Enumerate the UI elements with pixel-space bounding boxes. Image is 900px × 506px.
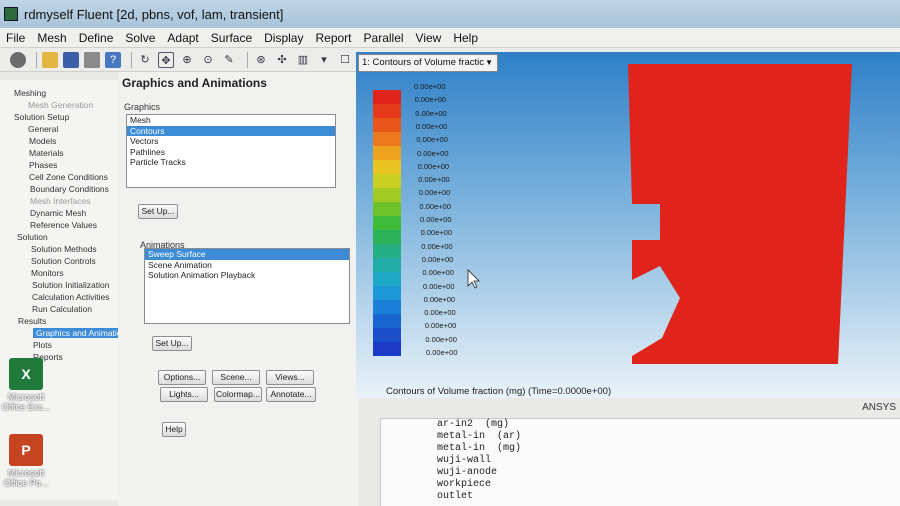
title-bar[interactable]: rdmyself Fluent [2d, pbns, vof, lam, tra… bbox=[0, 0, 900, 28]
orient-icon[interactable]: ✣ bbox=[274, 52, 290, 68]
graphics-list[interactable]: Mesh Contours Vectors Pathlines Particle Tra… bbox=[126, 114, 336, 188]
menu-report[interactable]: Report bbox=[315, 31, 351, 45]
probe-icon[interactable]: ✎ bbox=[221, 52, 237, 68]
toolbar-separator bbox=[36, 51, 37, 68]
menu-file[interactable]: File bbox=[6, 31, 25, 45]
nav-item-monitors[interactable]: Monitors bbox=[31, 268, 64, 278]
lights-button[interactable]: Lights... bbox=[160, 387, 208, 402]
menu-mesh[interactable]: Mesh bbox=[37, 31, 66, 45]
nav-item-materials[interactable]: Materials bbox=[29, 148, 63, 158]
nav-item-run-calculation[interactable]: Run Calculation bbox=[32, 304, 92, 314]
menu-surface[interactable]: Surface bbox=[211, 31, 252, 45]
desktop-shortcut-label: Microsoft Office Po... bbox=[3, 468, 49, 488]
list-item[interactable]: Mesh bbox=[127, 115, 335, 126]
nav-item-calculation-activities[interactable]: Calculation Activities bbox=[32, 292, 109, 302]
menu-parallel[interactable]: Parallel bbox=[364, 31, 404, 45]
menu-view[interactable]: View bbox=[416, 31, 442, 45]
office-app-icon: P bbox=[9, 434, 43, 466]
pan-icon[interactable]: ✥ bbox=[158, 51, 174, 68]
toolbar-separator bbox=[131, 51, 132, 68]
console-line: outlet bbox=[437, 491, 474, 502]
menu-bar: File Mesh Define Solve Adapt Surface Display Re… bbox=[0, 28, 900, 48]
help-icon[interactable]: ? bbox=[105, 51, 121, 68]
nav-item-mesh-generation[interactable]: Mesh Generation bbox=[28, 100, 93, 110]
contour-plot bbox=[467, 64, 852, 364]
rotate-icon[interactable]: ↻ bbox=[137, 52, 153, 68]
mouse-cursor-icon bbox=[467, 269, 480, 289]
nav-item-models[interactable]: Models bbox=[29, 136, 56, 146]
nav-item-reference-values[interactable]: Reference Values bbox=[30, 220, 97, 230]
colormap-button[interactable]: Colormap... bbox=[214, 387, 262, 402]
nav-item-plots[interactable]: Plots bbox=[33, 340, 52, 350]
stop-icon[interactable] bbox=[10, 51, 26, 68]
scene-button[interactable]: Scene... bbox=[212, 370, 260, 385]
console-line: workpiece bbox=[437, 479, 492, 490]
nav-item-solution-controls[interactable]: Solution Controls bbox=[31, 256, 96, 266]
menu-adapt[interactable]: Adapt bbox=[167, 31, 198, 45]
open-folder-icon[interactable] bbox=[42, 51, 58, 68]
nav-item-general[interactable]: General bbox=[28, 124, 58, 134]
task-page-title: Graphics and Animations bbox=[122, 76, 267, 90]
list-item[interactable]: Contours bbox=[127, 125, 335, 136]
list-item[interactable]: Vectors bbox=[127, 136, 335, 147]
console-line: wuji-anode bbox=[437, 467, 498, 478]
desktop-shortcut[interactable]: X Microsoft Office Exc... bbox=[0, 358, 52, 412]
annotate-button[interactable]: Annotate... bbox=[266, 387, 316, 402]
animations-setup-button[interactable]: Set Up... bbox=[152, 336, 192, 351]
ansys-logo: ANSYS bbox=[862, 402, 896, 413]
window-frame-icon[interactable]: ☐ bbox=[337, 52, 353, 68]
window-title: rdmyself Fluent [2d, pbns, vof, lam, tra… bbox=[24, 6, 284, 22]
menu-solve[interactable]: Solve bbox=[125, 31, 155, 45]
nav-item-solution-setup[interactable]: Solution Setup bbox=[14, 112, 69, 122]
views-button[interactable]: Views... bbox=[266, 370, 314, 385]
zoom-icon[interactable]: ⊙ bbox=[200, 52, 216, 68]
nav-item-results[interactable]: Results bbox=[18, 316, 46, 326]
nav-item-solution-initialization[interactable]: Solution Initialization bbox=[32, 280, 110, 290]
list-item[interactable]: Particle Tracks bbox=[127, 157, 335, 168]
desktop-shortcut-label: Microsoft Office Exc... bbox=[1, 392, 51, 412]
list-item[interactable]: Solution Animation Playback bbox=[145, 270, 349, 281]
fluid-domain-contour bbox=[628, 64, 852, 364]
nav-item-mesh-interfaces[interactable]: Mesh Interfaces bbox=[30, 196, 90, 206]
graphics-group-label: Graphics bbox=[124, 102, 161, 112]
console-line: wuji-wall bbox=[437, 455, 492, 466]
nav-item-cell-zone-conditions[interactable]: Cell Zone Conditions bbox=[29, 172, 108, 182]
console-line: ar-in2 (mg) bbox=[437, 419, 510, 430]
fluent-window: rdmyself Fluent [2d, pbns, vof, lam, tra… bbox=[0, 0, 900, 506]
nav-item-meshing[interactable]: Meshing bbox=[14, 88, 46, 98]
list-item[interactable]: Sweep Surface bbox=[145, 249, 349, 260]
desktop-shortcut[interactable]: P Microsoft Office Po... bbox=[0, 434, 52, 488]
fluent-app-icon bbox=[4, 7, 18, 21]
fit-icon[interactable]: ⊛ bbox=[253, 52, 269, 68]
help-button[interactable]: Help bbox=[162, 422, 186, 437]
layout-icon[interactable]: ▥ bbox=[295, 52, 311, 68]
menu-help[interactable]: Help bbox=[453, 31, 478, 45]
options-button[interactable]: Options... bbox=[158, 370, 206, 385]
print-icon[interactable] bbox=[84, 51, 100, 68]
text-console[interactable]: ar-in2 (mg) metal-in (ar) metal-in (mg) wuj… bbox=[380, 418, 900, 506]
graphics-setup-button[interactable]: Set Up... bbox=[138, 204, 178, 219]
dropdown-icon[interactable]: ▾ bbox=[316, 52, 332, 68]
animations-list[interactable]: Sweep Surface Scene Animation Solution Ani… bbox=[144, 248, 350, 324]
console-line: metal-in (mg) bbox=[437, 443, 522, 454]
save-icon[interactable] bbox=[63, 51, 79, 68]
list-item[interactable]: Pathlines bbox=[127, 147, 335, 158]
nav-item-phases[interactable]: Phases bbox=[29, 160, 57, 170]
task-page: Graphics and Animations Graphics Mesh Con… bbox=[118, 72, 358, 506]
plot-caption: Contours of Volume fraction (mg) (Time=0… bbox=[386, 386, 612, 397]
nav-item-dynamic-mesh[interactable]: Dynamic Mesh bbox=[30, 208, 86, 218]
nav-item-solution[interactable]: Solution bbox=[17, 232, 48, 242]
menu-define[interactable]: Define bbox=[79, 31, 114, 45]
nav-item-solution-methods[interactable]: Solution Methods bbox=[31, 244, 97, 254]
toolbar-separator bbox=[247, 51, 248, 68]
screen: rdmyself Fluent [2d, pbns, vof, lam, tra… bbox=[0, 0, 900, 506]
list-item[interactable]: Scene Animation bbox=[145, 260, 349, 271]
menu-display[interactable]: Display bbox=[264, 31, 303, 45]
graphics-window[interactable]: 1: Contours of Volume fractic ▼ 0.00e+00… bbox=[356, 52, 900, 413]
zoom-in-icon[interactable]: ⊕ bbox=[179, 52, 195, 68]
console-line: metal-in (ar) bbox=[437, 431, 522, 442]
office-app-icon: X bbox=[9, 358, 43, 390]
nav-item-boundary-conditions[interactable]: Boundary Conditions bbox=[30, 184, 109, 194]
